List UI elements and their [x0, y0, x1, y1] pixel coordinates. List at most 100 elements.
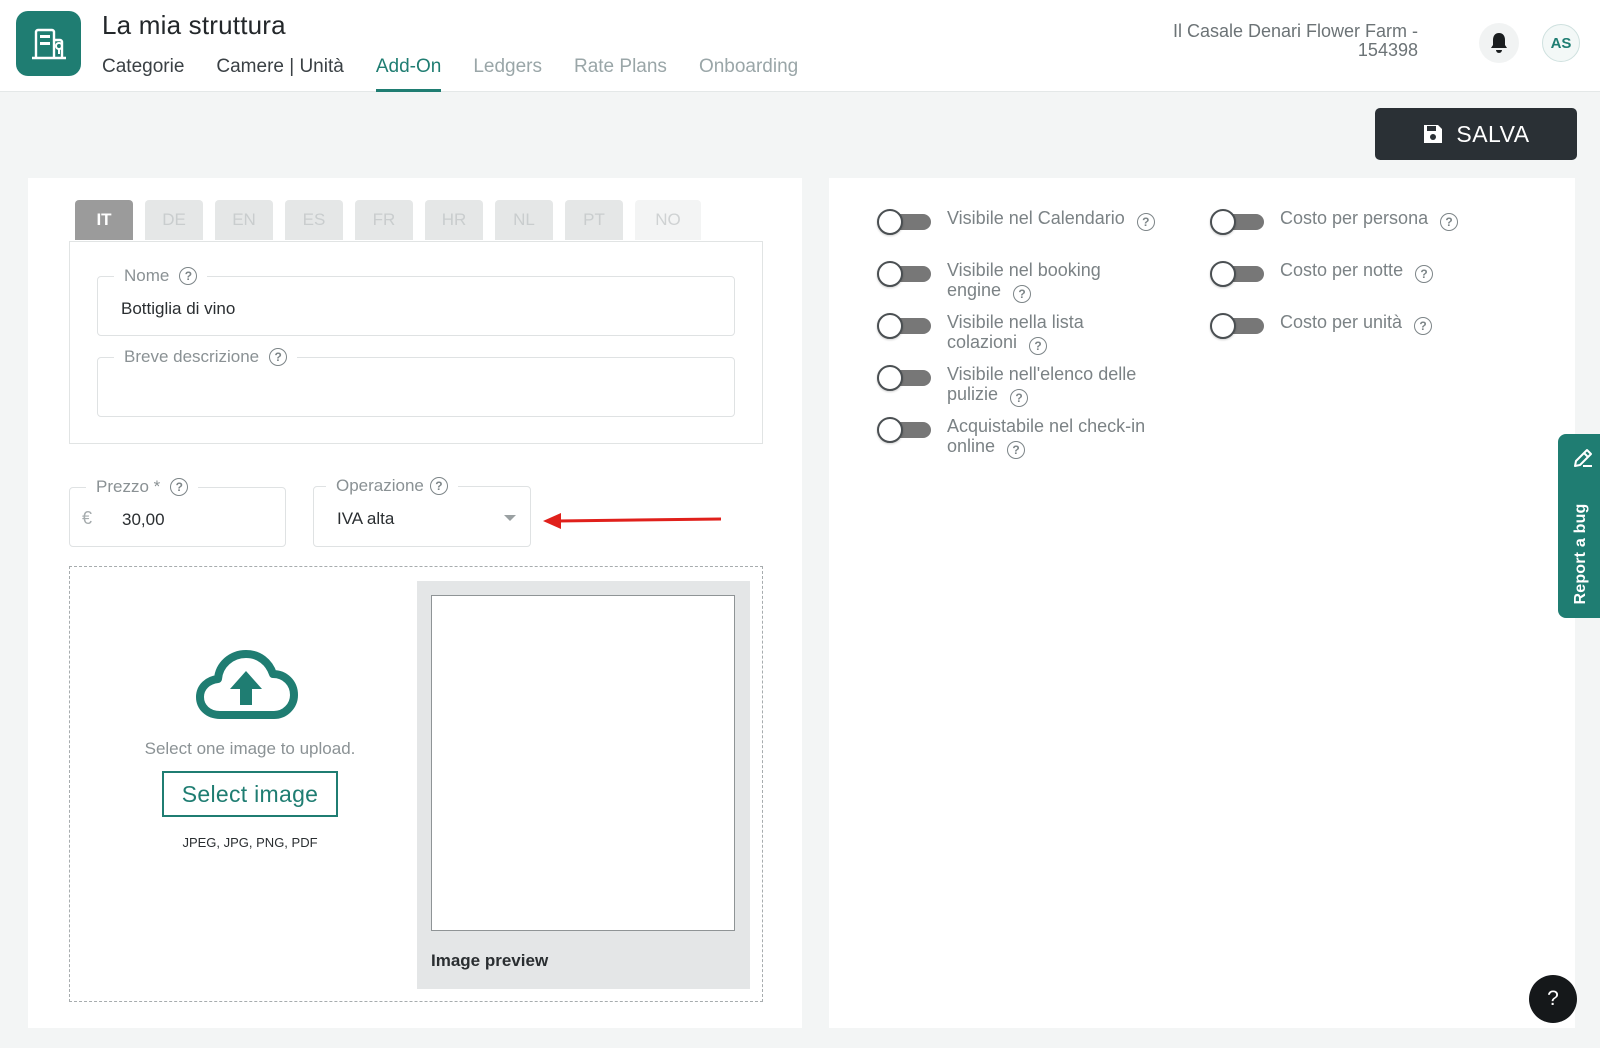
chevron-down-icon: [504, 515, 516, 521]
short-description-field[interactable]: Breve descrizione ?: [97, 347, 735, 417]
image-preview-panel: Image preview: [417, 581, 750, 989]
toggle-visibile-pulizie[interactable]: [877, 364, 933, 391]
help-icon[interactable]: ?: [1440, 213, 1459, 231]
help-icon[interactable]: ?: [1007, 441, 1026, 459]
operation-select[interactable]: Operazione ? IVA alta: [313, 476, 531, 547]
short-description-label: Breve descrizione ?: [114, 347, 298, 367]
toggle-visibile-booking-engine[interactable]: [877, 260, 933, 287]
currency-symbol: €: [82, 508, 93, 528]
toggle-label-text: Visibile nell'elenco delle pulizie: [947, 364, 1137, 404]
page-title: La mia struttura: [102, 10, 286, 40]
operation-value: IVA alta: [337, 509, 395, 528]
help-icon[interactable]: ?: [170, 478, 189, 496]
translation-panel: Nome ? Bottiglia di vino Breve descrizio…: [69, 241, 763, 444]
upload-instruction: Select one image to upload.: [144, 739, 356, 758]
toggle-row-pulizie: Visibile nell'elenco delle pulizie?: [877, 364, 1157, 407]
image-upload-area[interactable]: Select one image to upload. Select image…: [69, 566, 763, 1002]
toggle-row-calendario: Visibile nel Calendario?: [877, 208, 1187, 235]
top-header: La mia struttura Categorie Camere | Unit…: [0, 0, 1600, 92]
lang-tab-en[interactable]: EN: [215, 200, 273, 240]
help-icon[interactable]: ?: [1136, 213, 1155, 231]
toggle-label: Visibile nel booking engine?: [947, 260, 1157, 303]
save-button-label: SALVA: [1456, 120, 1530, 147]
help-button[interactable]: ?: [1529, 975, 1577, 1023]
bell-icon: [1491, 33, 1507, 53]
help-icon[interactable]: ?: [1013, 285, 1032, 303]
help-icon[interactable]: ?: [1010, 389, 1029, 407]
lang-tab-pt[interactable]: PT: [565, 200, 623, 240]
operation-label-text: Operazione: [336, 476, 424, 495]
image-preview-label: Image preview: [431, 951, 549, 970]
help-icon[interactable]: ?: [269, 348, 288, 366]
lang-tab-no[interactable]: NO: [635, 200, 701, 240]
lang-tab-es[interactable]: ES: [285, 200, 343, 240]
price-field-label: Prezzo * ?: [86, 477, 199, 497]
name-field[interactable]: Nome ? Bottiglia di vino: [97, 266, 735, 336]
report-bug-tab[interactable]: Report a bug: [1558, 434, 1600, 618]
toggle-label: Visibile nell'elenco delle pulizie?: [947, 364, 1157, 407]
floppy-disk-icon: [1424, 125, 1443, 143]
name-input[interactable]: Bottiglia di vino: [121, 299, 235, 319]
toggle-row-costo-notte: Costo per notte?: [1210, 260, 1520, 287]
price-input[interactable]: 30,00: [122, 510, 165, 530]
help-icon[interactable]: ?: [179, 267, 198, 285]
lang-tab-de[interactable]: DE: [145, 200, 203, 240]
building-icon[interactable]: [16, 11, 81, 76]
tab-ledgers[interactable]: Ledgers: [473, 54, 542, 92]
name-label-text: Nome: [124, 266, 170, 285]
toggle-label-text: Costo per unità: [1280, 312, 1403, 332]
tab-camere-unita[interactable]: Camere | Unità: [216, 54, 343, 92]
user-avatar[interactable]: AS: [1542, 24, 1580, 62]
toggle-label: Visibile nel Calendario?: [947, 208, 1187, 231]
tab-onboarding[interactable]: Onboarding: [699, 54, 798, 92]
help-icon[interactable]: ?: [1414, 317, 1433, 335]
toggle-costo-persona[interactable]: [1210, 208, 1266, 235]
lang-tab-fr[interactable]: FR: [355, 200, 413, 240]
add-on-form-card: IT DE EN ES FR HR NL PT NO Nome ? Bottig…: [28, 178, 802, 1028]
toggle-row-costo-unita: Costo per unità?: [1210, 312, 1520, 339]
name-field-label: Nome ?: [114, 266, 208, 286]
image-preview-frame: [431, 595, 735, 931]
section-tabs: Categorie Camere | Unità Add-On Ledgers …: [102, 54, 830, 92]
price-field[interactable]: Prezzo * ? € 30,00: [69, 477, 286, 547]
tab-rate-plans[interactable]: Rate Plans: [574, 54, 667, 92]
operation-field-label: Operazione ?: [326, 476, 458, 496]
toggle-row-checkin: Acquistabile nel check-in online?: [877, 416, 1167, 459]
price-label-text: Prezzo *: [96, 477, 161, 496]
toggle-label-text: Visibile nel Calendario: [947, 208, 1125, 228]
toggle-label: Acquistabile nel check-in online?: [947, 416, 1167, 459]
lang-tab-nl[interactable]: NL: [495, 200, 553, 240]
cloud-upload-icon: [196, 650, 298, 719]
help-icon[interactable]: ?: [429, 477, 448, 495]
toggle-label-text: Costo per notte: [1280, 260, 1404, 280]
annotation-arrow: [543, 513, 722, 529]
add-on-options-card: Visibile nel Calendario? Visibile nel bo…: [829, 178, 1575, 1028]
save-button[interactable]: SALVA: [1375, 108, 1577, 160]
toggle-acquistabile-checkin[interactable]: [877, 416, 933, 443]
toggle-label: Costo per unità?: [1280, 312, 1520, 335]
select-image-button[interactable]: Select image: [162, 771, 338, 817]
pencil-icon: [1574, 449, 1592, 467]
toggle-label-text: Visibile nella lista colazioni: [947, 312, 1084, 352]
lang-tab-hr[interactable]: HR: [425, 200, 483, 240]
toggle-visibile-calendario[interactable]: [877, 208, 933, 235]
toggle-row-booking-engine: Visibile nel booking engine?: [877, 260, 1157, 303]
help-icon[interactable]: ?: [1415, 265, 1434, 283]
toggle-costo-unita[interactable]: [1210, 312, 1266, 339]
toggle-label-text: Acquistabile nel check-in online: [947, 416, 1146, 456]
language-tabs: IT DE EN ES FR HR NL PT NO: [75, 200, 713, 240]
toggle-costo-notte[interactable]: [1210, 260, 1266, 287]
tab-categorie[interactable]: Categorie: [102, 54, 184, 92]
help-icon[interactable]: ?: [1029, 337, 1048, 355]
toggle-label: Costo per persona?: [1280, 208, 1520, 231]
property-selector[interactable]: Il Casale Denari Flower Farm - 154398: [1118, 22, 1418, 60]
toggle-label: Visibile nella lista colazioni?: [947, 312, 1157, 355]
toggle-visibile-colazioni[interactable]: [877, 312, 933, 339]
toggle-label-text: Costo per persona: [1280, 208, 1429, 228]
tab-add-on[interactable]: Add-On: [375, 54, 442, 92]
allowed-file-types: JPEG, JPG, PNG, PDF: [182, 835, 318, 850]
lang-tab-it[interactable]: IT: [75, 200, 133, 240]
report-bug-label: Report a bug: [1572, 503, 1589, 605]
notifications-button[interactable]: [1479, 23, 1519, 63]
toggle-label: Costo per notte?: [1280, 260, 1520, 283]
